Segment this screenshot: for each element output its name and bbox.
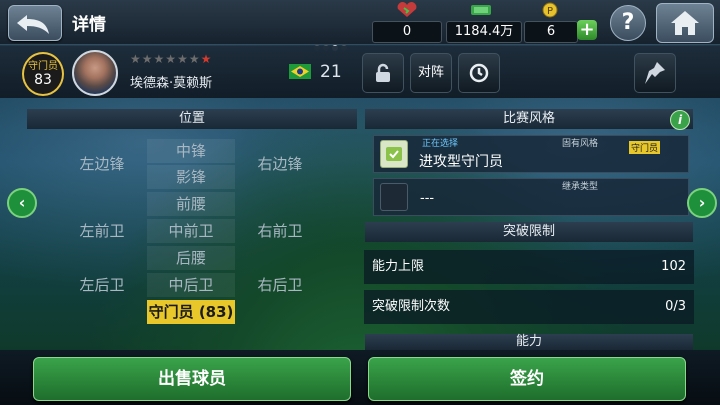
position-label: 守门员	[28, 61, 58, 72]
position-rb: 右后卫	[257, 276, 303, 294]
lineup-button[interactable]: 对阵	[410, 53, 452, 93]
next-player-button[interactable]: ›	[687, 188, 717, 218]
cash-icon	[471, 5, 491, 15]
native-style-badge: 守门员	[629, 141, 661, 154]
breakthrough-title: 突破限制	[365, 222, 693, 242]
help-button[interactable]: ?	[610, 5, 646, 41]
player-name: 埃德森·莫赖斯	[130, 76, 213, 91]
selecting-label: 正在选择	[422, 139, 459, 149]
lock-icon	[376, 63, 390, 82]
position-cm: 中前卫	[147, 219, 235, 243]
page-title: 详情	[72, 15, 106, 35]
previous-player-button[interactable]: ‹	[7, 188, 37, 218]
breakthrough-count-row: 突破限制次数 0/3	[364, 290, 694, 324]
ability-cap-label: 能力上限	[372, 259, 425, 274]
ability-cap-value: 102	[661, 259, 686, 274]
player-avatar[interactable]	[72, 50, 118, 96]
back-button[interactable]	[8, 5, 62, 41]
position-rw: 右边锋	[257, 155, 303, 173]
history-button[interactable]	[458, 53, 500, 93]
position-cdm: 后腰	[147, 246, 235, 270]
cash-value: 1184.4万	[446, 21, 522, 43]
native-style-label: 固有风格	[562, 139, 599, 149]
inherit-slot-icon	[380, 183, 408, 211]
position-ss: 影锋	[147, 165, 235, 189]
info-icon[interactable]: i	[670, 110, 690, 130]
stamina-icon	[397, 2, 417, 17]
ability-cap-row: 能力上限 102	[364, 250, 694, 284]
chevron-left-icon: ‹	[18, 193, 26, 212]
position-st: 中锋	[147, 139, 235, 163]
inherit-type-value: ---	[420, 191, 435, 206]
position-lm: 左前卫	[79, 222, 125, 240]
add-coins-button[interactable]: +	[577, 20, 597, 40]
home-icon	[671, 11, 699, 35]
position-gk: 守门员 (83)	[147, 300, 235, 324]
star-icon: ★	[177, 52, 189, 66]
coin-value: 6	[524, 21, 578, 43]
breakthrough-count-value: 0/3	[665, 299, 686, 314]
player-rating-number: 21	[320, 62, 342, 82]
star-rating: ★★★★★★★	[130, 52, 212, 66]
star-icon: ★	[153, 52, 166, 66]
svg-text:P: P	[547, 6, 553, 17]
style-panel-title: 比赛风格	[365, 109, 693, 129]
current-style-row[interactable]: 正在选择 进攻型守门员 固有风格 守门员	[373, 135, 689, 173]
back-arrow-icon	[17, 15, 49, 34]
breakthrough-count-label: 突破限制次数	[372, 299, 451, 314]
top-bar: 详情 0 1184.4万 P 6 + ?	[0, 0, 720, 51]
pin-icon	[645, 62, 665, 84]
positions-panel-title: 位置	[27, 109, 357, 129]
star-icon: ★	[141, 52, 154, 66]
home-button[interactable]	[656, 3, 714, 43]
star-icon: ★	[165, 52, 178, 66]
star-icon: ★	[200, 52, 213, 66]
star-icon: ★	[130, 52, 142, 66]
ability-title: 能力	[365, 334, 693, 350]
plus-icon: +	[579, 19, 595, 40]
coin-icon: P	[542, 2, 558, 18]
current-style-name: 进攻型守门员	[419, 154, 503, 170]
position-rm: 右前卫	[257, 222, 303, 240]
lock-button[interactable]	[362, 53, 404, 93]
position-cb: 中后卫	[147, 273, 235, 297]
sell-player-button[interactable]: 出售球员	[33, 357, 351, 401]
position-lw: 左边锋	[79, 155, 125, 173]
position-lb: 左后卫	[79, 276, 125, 294]
brazil-flag-icon	[289, 64, 311, 79]
inherit-type-label: 继承类型	[562, 182, 599, 192]
star-icon: ★	[188, 52, 201, 66]
sign-contract-button[interactable]: 签约	[368, 357, 686, 401]
player-bar: 守门员 83 ★★★★★★★ 埃德森·莫赖斯	[0, 46, 720, 98]
history-icon	[469, 63, 489, 83]
style-badge-icon	[380, 140, 408, 168]
stamina-value: 0	[372, 21, 442, 43]
chevron-right-icon: ›	[698, 193, 706, 212]
overall-rating: 83	[34, 72, 52, 88]
position-cam: 前腰	[147, 192, 235, 216]
position-badge: 守门员 83	[22, 52, 64, 96]
pin-button[interactable]	[634, 53, 676, 93]
inherit-style-row[interactable]: 继承类型 ---	[373, 178, 689, 216]
